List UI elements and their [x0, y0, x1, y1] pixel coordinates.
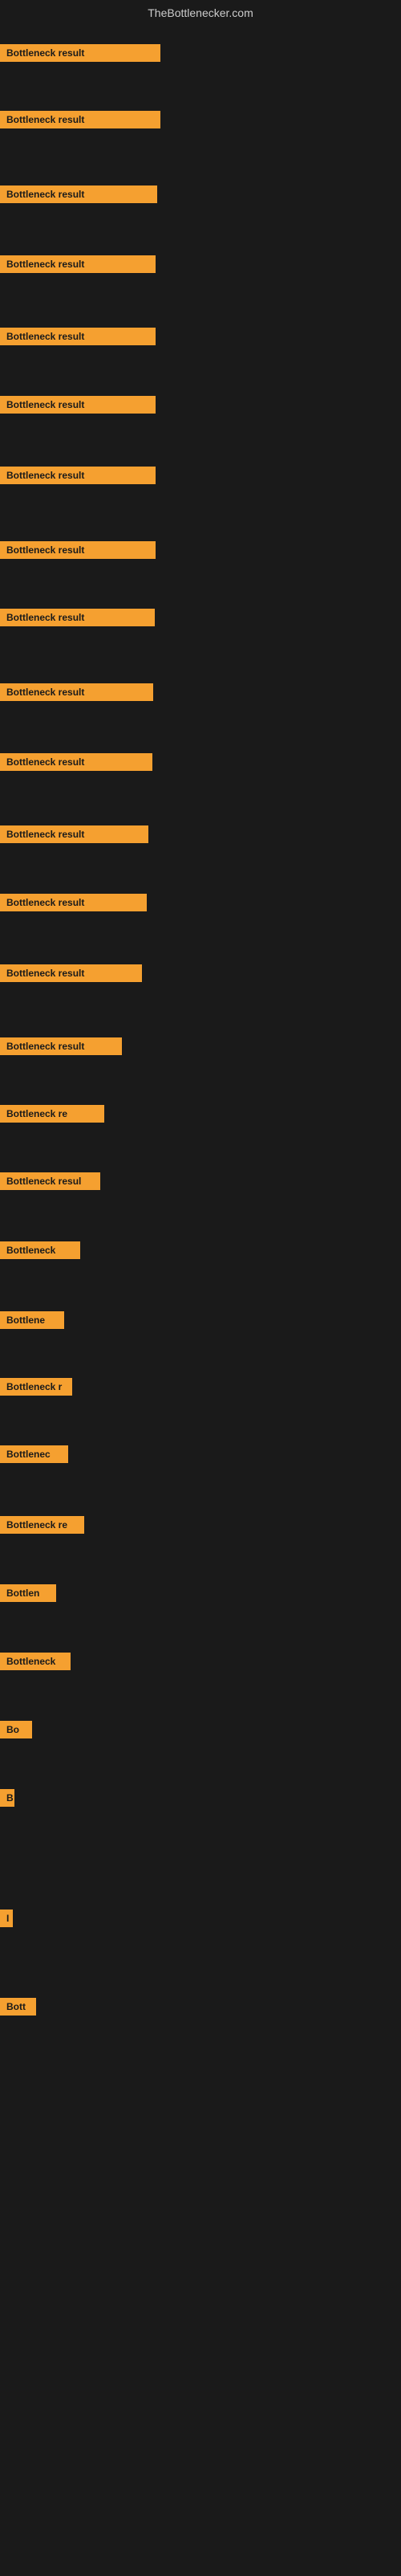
bottleneck-item[interactable]: Bottleneck	[0, 1241, 80, 1259]
bottleneck-item[interactable]: Bottleneck result	[0, 185, 157, 203]
bottleneck-item[interactable]: Bottleneck resul	[0, 1172, 100, 1190]
bottleneck-item[interactable]: Bottleneck result	[0, 111, 160, 128]
bottleneck-item[interactable]: Bottleneck result	[0, 467, 156, 484]
bottleneck-badge: Bottleneck result	[0, 185, 157, 203]
bottleneck-badge: Bottlen	[0, 1584, 56, 1602]
bottleneck-badge: B	[0, 1789, 14, 1807]
bottleneck-badge: Bottleneck result	[0, 111, 160, 128]
bottleneck-item[interactable]: Bottleneck result	[0, 683, 153, 701]
bottleneck-badge: I	[0, 1910, 13, 1927]
bottleneck-badge: Bottleneck result	[0, 753, 152, 771]
bottleneck-badge: Bottleneck	[0, 1241, 80, 1259]
bottleneck-badge: Bottleneck result	[0, 396, 156, 414]
bottleneck-badge: Bottleneck result	[0, 825, 148, 843]
bottleneck-item[interactable]: Bott	[0, 1998, 36, 2016]
bottleneck-badge: Bottleneck re	[0, 1105, 104, 1123]
bottleneck-item[interactable]: Bottleneck result	[0, 894, 147, 911]
bottleneck-badge: Bottleneck result	[0, 541, 156, 559]
bottleneck-item[interactable]: Bottleneck result	[0, 1037, 122, 1055]
bottleneck-badge: Bottlene	[0, 1311, 64, 1329]
bottleneck-item[interactable]: Bo	[0, 1721, 32, 1738]
bottleneck-badge: Bottleneck result	[0, 683, 153, 701]
bottleneck-item[interactable]: Bottlenec	[0, 1445, 68, 1463]
bottleneck-item[interactable]: Bottleneck	[0, 1653, 71, 1670]
bottleneck-badge: Bottlenec	[0, 1445, 68, 1463]
bottleneck-item[interactable]: B	[0, 1789, 14, 1807]
bottleneck-item[interactable]: Bottleneck r	[0, 1378, 72, 1396]
bottleneck-item[interactable]: Bottleneck result	[0, 396, 156, 414]
bottleneck-item[interactable]: Bottleneck re	[0, 1516, 84, 1534]
bottleneck-item[interactable]: Bottleneck re	[0, 1105, 104, 1123]
bottleneck-item[interactable]: Bottlen	[0, 1584, 56, 1602]
bottleneck-badge: Bott	[0, 1998, 36, 2016]
bottleneck-badge: Bottleneck result	[0, 255, 156, 273]
bottleneck-item[interactable]: Bottleneck result	[0, 44, 160, 62]
site-title: TheBottlenecker.com	[0, 0, 401, 22]
bottleneck-badge: Bo	[0, 1721, 32, 1738]
bottleneck-item[interactable]: Bottleneck result	[0, 964, 142, 982]
bottleneck-badge: Bottleneck result	[0, 44, 160, 62]
bottleneck-item[interactable]: Bottleneck result	[0, 541, 156, 559]
bottleneck-item[interactable]: Bottleneck result	[0, 609, 155, 626]
bottleneck-badge: Bottleneck r	[0, 1378, 72, 1396]
bottleneck-item[interactable]: Bottleneck result	[0, 753, 152, 771]
bottleneck-item[interactable]: Bottlene	[0, 1311, 64, 1329]
bottleneck-item[interactable]: Bottleneck result	[0, 328, 156, 345]
bottleneck-badge: Bottleneck result	[0, 1037, 122, 1055]
bottleneck-badge: Bottleneck result	[0, 894, 147, 911]
bottleneck-badge: Bottleneck result	[0, 467, 156, 484]
bottleneck-badge: Bottleneck re	[0, 1516, 84, 1534]
bottleneck-badge: Bottleneck result	[0, 609, 155, 626]
bottleneck-item[interactable]: I	[0, 1910, 13, 1927]
bottleneck-badge: Bottleneck	[0, 1653, 71, 1670]
bottleneck-badge: Bottleneck resul	[0, 1172, 100, 1190]
bottleneck-item[interactable]: Bottleneck result	[0, 255, 156, 273]
bottleneck-item[interactable]: Bottleneck result	[0, 825, 148, 843]
bottleneck-badge: Bottleneck result	[0, 328, 156, 345]
bottleneck-badge: Bottleneck result	[0, 964, 142, 982]
